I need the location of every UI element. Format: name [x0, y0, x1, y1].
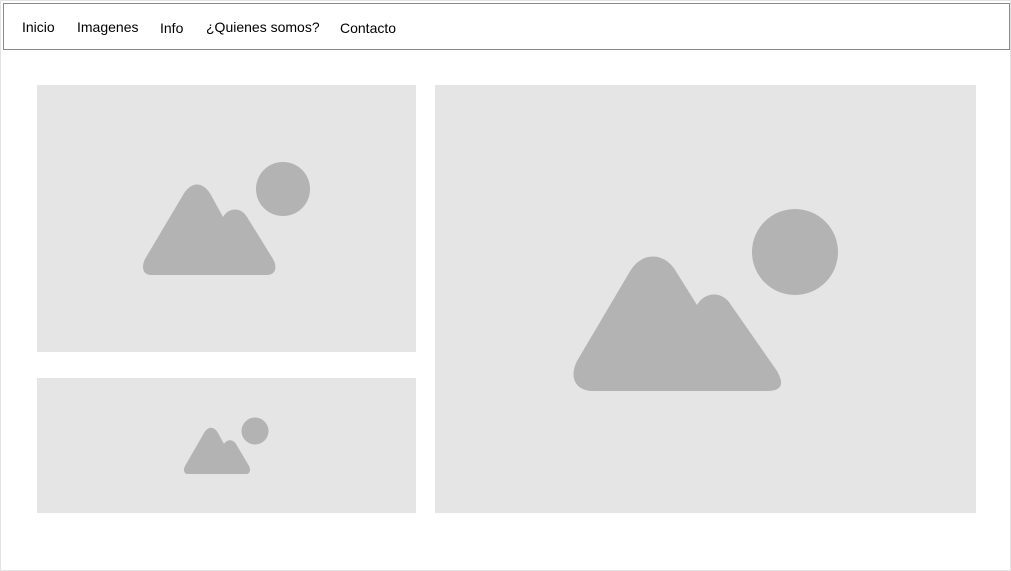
image-placeholder-icon	[143, 162, 310, 275]
image-placeholder-top-left	[37, 85, 416, 352]
nav-item-imagenes[interactable]: Imagenes	[77, 19, 138, 35]
nav-item-inicio[interactable]: Inicio	[22, 19, 55, 35]
image-placeholder-icon	[573, 209, 838, 391]
image-placeholder-large-right	[435, 85, 976, 513]
image-placeholder-bottom-left	[37, 378, 416, 513]
top-navigation-bar: Inicio Imagenes Info ¿Quienes somos? Con…	[3, 3, 1010, 50]
nav-item-contacto[interactable]: Contacto	[340, 20, 396, 36]
nav-item-quienes-somos[interactable]: ¿Quienes somos?	[206, 19, 320, 35]
image-placeholder-icon	[184, 417, 269, 474]
nav-item-info[interactable]: Info	[160, 20, 183, 36]
page-frame: Inicio Imagenes Info ¿Quienes somos? Con…	[0, 0, 1011, 571]
